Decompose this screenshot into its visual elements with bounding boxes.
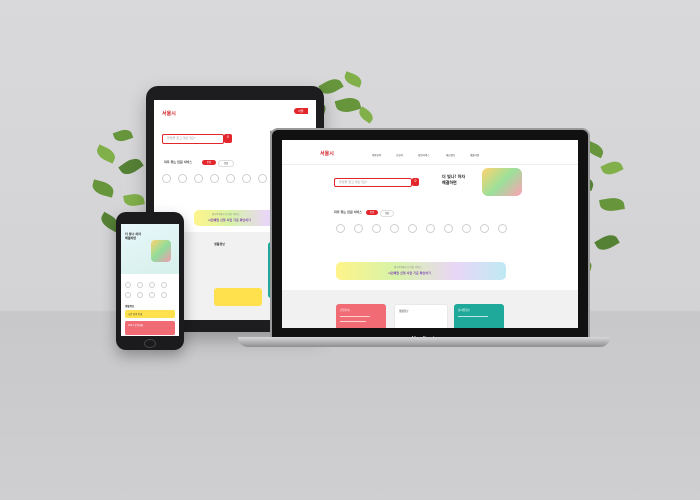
phone-yellow-banner[interactable]: 시민 참여 안내 — [125, 310, 175, 318]
laptop-tab-2[interactable]: 생활 — [380, 210, 394, 217]
nav-item-3[interactable]: 회원서비스 — [418, 153, 430, 157]
phone-service-icon[interactable] — [161, 292, 167, 298]
phone-right-title: 생활정보 — [125, 305, 135, 308]
phone-service-icon[interactable] — [161, 282, 167, 288]
laptop-search-button[interactable]: ⌕ — [412, 178, 419, 186]
laptop-header-divider — [282, 164, 578, 165]
phone-coral-card[interactable]: 2021 운영현황 — [125, 321, 175, 335]
tablet-tab-2[interactable]: 생활 — [218, 160, 234, 167]
nav-item-1[interactable]: 통합요약 — [372, 153, 381, 157]
laptop-card-1[interactable]: 민원안내 — [336, 304, 386, 328]
tablet-service-icon[interactable] — [210, 174, 219, 183]
laptop-brand-label: MacBook — [411, 336, 437, 342]
laptop-logo[interactable]: 서울시 — [320, 150, 334, 157]
tablet-banner-line1: 정부24에서 다양한 서비스 — [212, 213, 240, 216]
laptop-card-3[interactable]: 분야별정보 — [454, 304, 504, 328]
phone-hero-line2: 해결하면 — [125, 236, 137, 240]
laptop-hero-illustration — [482, 168, 522, 196]
tablet-right-title: 생활정보 — [214, 242, 226, 246]
phone-service-icon[interactable] — [149, 282, 155, 288]
laptop-service-icon-8[interactable] — [462, 224, 471, 233]
laptop-lid: 서울시 통합요약 신청서 회원서비스 세금정보 생활지원 무엇을 찾고 계신가요… — [270, 128, 590, 340]
home-button[interactable] — [144, 339, 156, 348]
laptop-service-icon-1[interactable] — [336, 224, 345, 233]
laptop-base: MacBook — [238, 336, 610, 347]
nav-item-4[interactable]: 세금정보 — [446, 153, 455, 157]
phone-service-icon[interactable] — [137, 292, 143, 298]
laptop-service-icon-9[interactable] — [480, 224, 489, 233]
laptop-screen: 서울시 통합요약 신청서 회원서비스 세금정보 생활지원 무엇을 찾고 계신가요… — [282, 140, 578, 328]
phone-hero-illustration — [151, 240, 171, 262]
tablet-service-icon[interactable] — [242, 174, 251, 183]
laptop-search-input[interactable]: 무엇을 찾고 계신가요? — [334, 178, 412, 187]
tablet-services-title: 자주 찾는 민원 서비스 — [164, 160, 192, 164]
laptop-service-icon-7[interactable] — [444, 224, 453, 233]
tablet-tab-1[interactable]: 민원 — [202, 160, 216, 165]
laptop-hero-line2: 해결하면 — [442, 180, 457, 185]
tablet-banner-line2: 시민체험 신청 사업 기준 확인하기 — [208, 218, 251, 222]
tablet-logo[interactable]: 서울시 — [162, 110, 176, 117]
phone-service-icon[interactable] — [125, 292, 131, 298]
phone-service-icon[interactable] — [125, 282, 131, 288]
laptop-banner-line2: 시민체험 신청 사업 기준 확인하기 — [388, 271, 431, 275]
laptop-tab-1[interactable]: 민원 — [366, 210, 378, 215]
laptop-services-title: 자주 찾는 민원 서비스 — [334, 210, 362, 214]
nav-item-5[interactable]: 생활지원 — [470, 153, 479, 157]
tablet-service-icon[interactable] — [162, 174, 171, 183]
laptop-banner[interactable]: 정부24에서 다양한 서비스 시민체험 신청 사업 기준 확인하기 — [336, 262, 506, 280]
tablet-service-icon[interactable] — [258, 174, 267, 183]
phone-device: 더 빛나 하자 해결하면 생활정보 시민 참여 안내 2021 운영현황 — [116, 212, 184, 350]
laptop-service-icon-4[interactable] — [390, 224, 399, 233]
tablet-yellow-card[interactable] — [214, 288, 262, 306]
tablet-ribbon[interactable]: 서울 — [294, 108, 308, 114]
laptop-service-icon-6[interactable] — [426, 224, 435, 233]
laptop-card-2[interactable]: 생활정보 — [394, 304, 448, 328]
tablet-service-icon[interactable] — [194, 174, 203, 183]
laptop-service-icon-5[interactable] — [408, 224, 417, 233]
laptop-banner-line1: 정부24에서 다양한 서비스 — [394, 266, 422, 269]
tablet-service-icon[interactable] — [178, 174, 187, 183]
phone-service-icon[interactable] — [137, 282, 143, 288]
laptop-service-icon-10[interactable] — [498, 224, 507, 233]
laptop-service-icon-2[interactable] — [354, 224, 363, 233]
laptop-hero-line1: 더 빛나! 하자 — [442, 174, 466, 179]
phone-screen: 더 빛나 하자 해결하면 생활정보 시민 참여 안내 2021 운영현황 — [121, 224, 179, 336]
tablet-search-input[interactable]: 무엇을 찾고 계신가요? — [162, 134, 224, 144]
tablet-service-icon[interactable] — [226, 174, 235, 183]
nav-item-2[interactable]: 신청서 — [396, 153, 403, 157]
phone-service-icon[interactable] — [149, 292, 155, 298]
laptop-service-icon-3[interactable] — [372, 224, 381, 233]
tablet-search-button[interactable]: ⌕ — [224, 134, 232, 143]
